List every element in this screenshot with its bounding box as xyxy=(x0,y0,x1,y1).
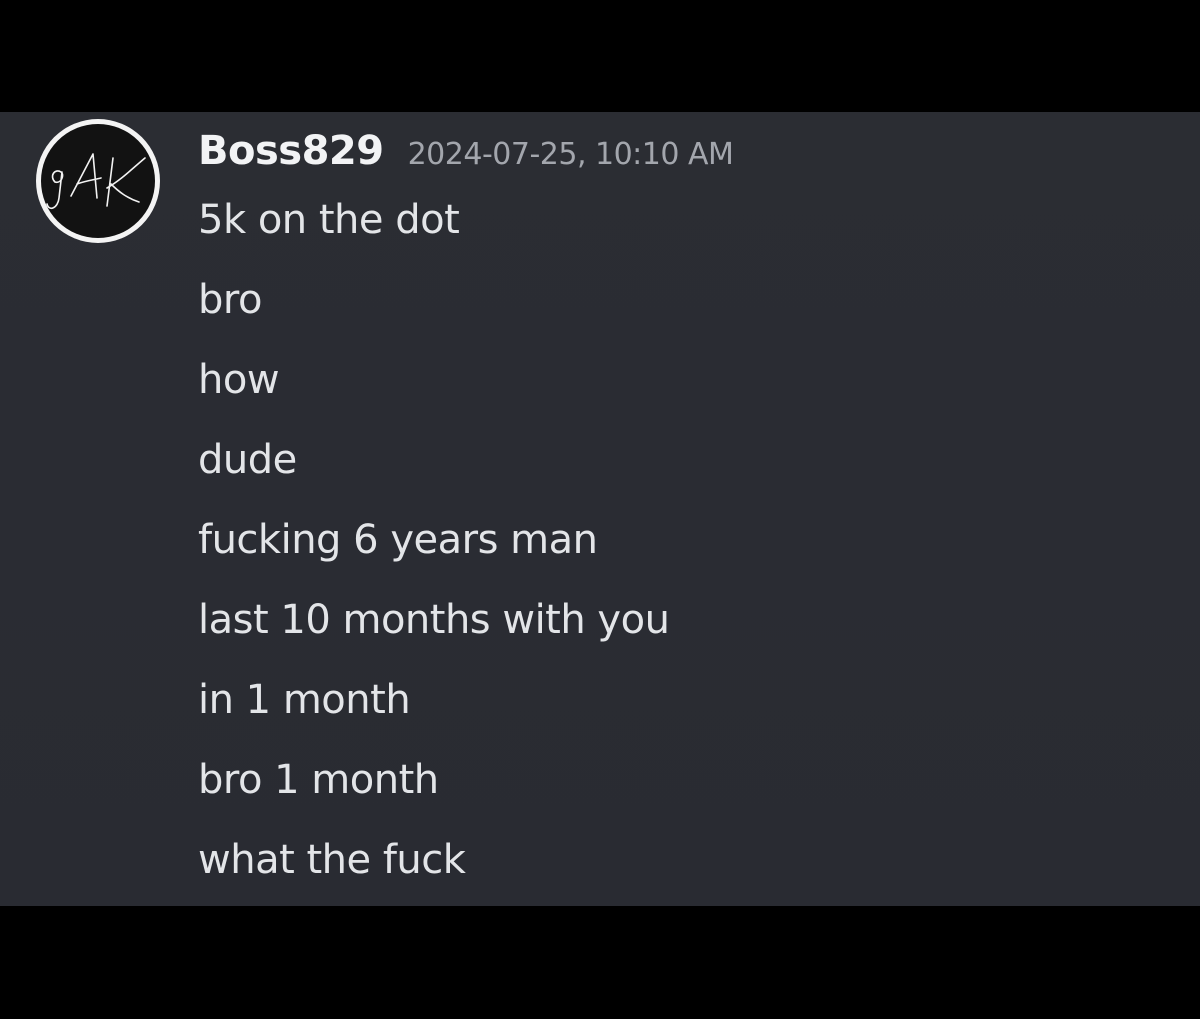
avatar[interactable] xyxy=(36,119,160,243)
message-line[interactable]: 5k on the dot xyxy=(198,180,1158,260)
message-line[interactable]: in 1 month xyxy=(198,660,1158,740)
message-header: Boss829 2024-07-25, 10:10 AM xyxy=(198,128,734,180)
message-timestamp: 2024-07-25, 10:10 AM xyxy=(407,137,734,172)
message-line[interactable]: bro 1 month xyxy=(198,740,1158,820)
message-line[interactable]: what the fuck xyxy=(198,820,1158,900)
gak-signature-avatar-icon xyxy=(41,124,155,238)
message-line[interactable]: last 10 months with you xyxy=(198,580,1158,660)
message-line[interactable]: how xyxy=(198,340,1158,420)
message-list: 5k on the dot bro how dude fucking 6 yea… xyxy=(198,180,1158,900)
username[interactable]: Boss829 xyxy=(198,128,384,174)
message-line[interactable]: fucking 6 years man xyxy=(198,500,1158,580)
message-line[interactable]: dude xyxy=(198,420,1158,500)
screenshot-frame: Boss829 2024-07-25, 10:10 AM 5k on the d… xyxy=(0,0,1200,1019)
message-line[interactable]: bro xyxy=(198,260,1158,340)
